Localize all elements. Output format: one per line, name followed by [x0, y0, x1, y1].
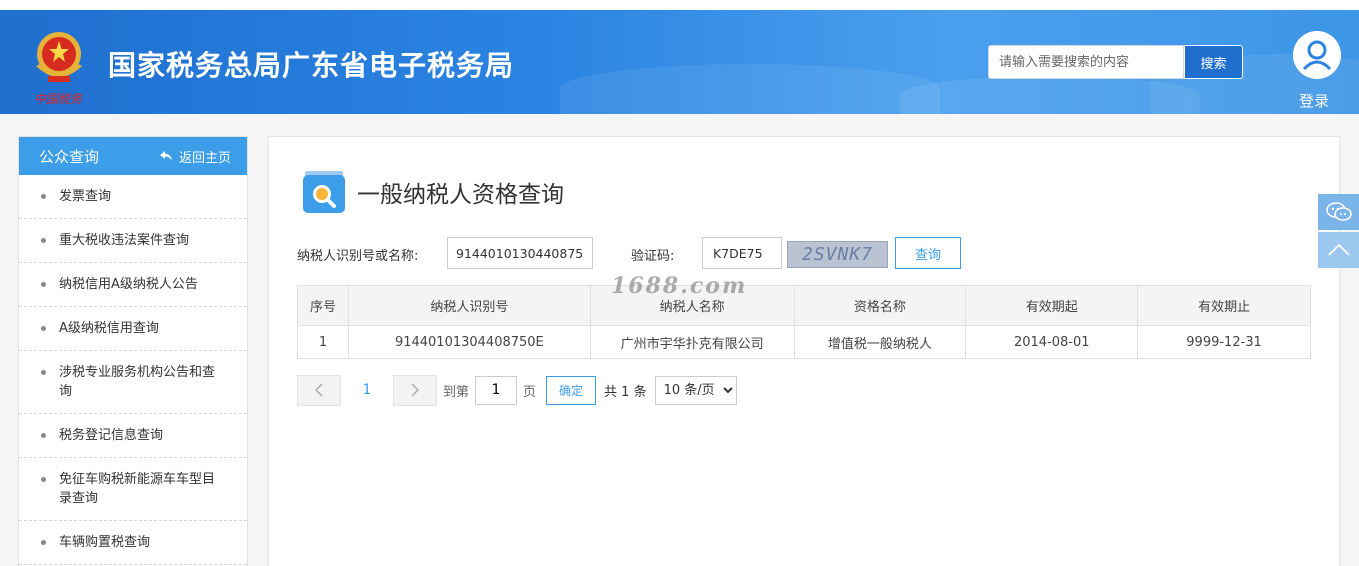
sidebar-item-ev-catalog[interactable]: 免征车购税新能源车车型目录查询: [19, 458, 247, 521]
chevron-up-icon: [1327, 243, 1350, 256]
table-cell: 91440101304408750E: [347, 325, 591, 359]
column-header: 有效期止: [1137, 285, 1311, 326]
sidebar-item-label: A级纳税信用查询: [59, 321, 159, 336]
chevron-right-icon: [411, 383, 420, 397]
watermark: 1688.com: [611, 273, 748, 299]
page-title: 一般纳税人资格查询: [357, 182, 564, 208]
back-to-top-button[interactable]: [1318, 232, 1359, 268]
decor-hill: [560, 64, 940, 114]
goto-label: 到第: [443, 384, 470, 400]
sidebar-item-registration-query[interactable]: 税务登记信息查询: [19, 414, 247, 458]
tax-emblem-icon: [36, 32, 82, 82]
prev-page-button[interactable]: [297, 374, 341, 406]
taxpayer-id-input[interactable]: [447, 237, 593, 269]
sidebar: 公众查询 返回主页 发票查询 重大税收违法案件查询 纳税信用A级纳税人公告 A级…: [18, 136, 248, 566]
login-link[interactable]: 登录: [1299, 90, 1329, 111]
taxpayer-id-label: 纳税人识别号或名称:: [297, 249, 419, 264]
goto-confirm-button[interactable]: 确定: [546, 375, 597, 405]
goto-page-input[interactable]: [475, 375, 518, 405]
back-home-label: 返回主页: [178, 150, 231, 166]
bullet-icon: [41, 540, 46, 545]
sidebar-item-label: 重大税收违法案件查询: [59, 233, 190, 248]
column-header: 序号: [297, 285, 349, 326]
table-cell: 1: [297, 325, 349, 359]
captcha-input[interactable]: [702, 237, 782, 269]
table-cell: 2014-08-01: [965, 325, 1139, 359]
sidebar-header: 公众查询 返回主页: [19, 137, 247, 175]
captcha-image[interactable]: 2SVNK7: [787, 241, 888, 268]
site-title: 国家税务总局广东省电子税务局: [108, 49, 515, 82]
bullet-icon: [41, 433, 46, 438]
emblem-text: 中国税务: [34, 92, 83, 106]
table-cell: 广州市宇华扑克有限公司: [589, 325, 795, 359]
sidebar-item-label: 税务登记信息查询: [59, 428, 164, 443]
table-header-row: 序号 纳税人识别号 纳税人名称 资格名称 有效期起 有效期止: [297, 285, 1311, 326]
total-count: 共 1 条: [604, 384, 647, 400]
bullet-icon: [41, 282, 46, 287]
bullet-icon: [41, 238, 46, 243]
sidebar-item-label: 发票查询: [59, 189, 112, 204]
wechat-float-button[interactable]: [1318, 194, 1359, 230]
page-size-select[interactable]: 10 条/页: [654, 375, 737, 405]
captcha-label: 验证码:: [631, 249, 675, 264]
search-button[interactable]: 搜索: [1184, 45, 1243, 79]
chevron-left-icon: [314, 383, 323, 397]
column-header: 有效期起: [965, 285, 1139, 326]
sidebar-item-a-credit-announcement[interactable]: 纳税信用A级纳税人公告: [19, 263, 247, 307]
page-unit-label: 页: [523, 384, 537, 400]
main-panel: 一般纳税人资格查询 纳税人识别号或名称: 验证码: 2SVNK7 查询 序号 纳…: [268, 136, 1340, 566]
sidebar-title: 公众查询: [39, 147, 100, 166]
page-number[interactable]: 1: [341, 382, 393, 398]
search-doc-icon: [303, 171, 345, 213]
site-header: 中国税务 国家税务总局广东省电子税务局 搜索 登录: [0, 10, 1359, 114]
user-avatar-icon[interactable]: [1293, 31, 1341, 79]
next-page-button[interactable]: [393, 374, 437, 406]
sidebar-item-service-agency[interactable]: 涉税专业服务机构公告和查询: [19, 351, 247, 414]
sidebar-item-label: 免征车购税新能源车车型目录查询: [59, 472, 216, 506]
bullet-icon: [41, 370, 46, 375]
results-table: 序号 纳税人识别号 纳税人名称 资格名称 有效期起 有效期止 1 9144010…: [297, 285, 1311, 359]
bullet-icon: [41, 477, 46, 482]
back-arrow-icon: [159, 151, 172, 161]
sidebar-item-label: 纳税信用A级纳税人公告: [59, 277, 198, 292]
top-strip: [0, 0, 1359, 10]
sidebar-item-invoice-query[interactable]: 发票查询: [19, 175, 247, 219]
bullet-icon: [41, 194, 46, 199]
pagination: 1 到第 页 确定 共 1 条 10 条/页: [297, 374, 737, 406]
search-input[interactable]: [988, 45, 1184, 79]
column-header: 资格名称: [793, 285, 967, 326]
wechat-icon: [1325, 202, 1352, 221]
back-home-link[interactable]: 返回主页: [159, 147, 231, 166]
sidebar-item-tax-violation-query[interactable]: 重大税收违法案件查询: [19, 219, 247, 263]
sidebar-item-a-credit-query[interactable]: A级纳税信用查询: [19, 307, 247, 351]
column-header: 纳税人识别号: [347, 285, 591, 326]
sidebar-item-label: 涉税专业服务机构公告和查询: [59, 365, 216, 399]
sidebar-item-label: 车辆购置税查询: [59, 535, 151, 550]
bullet-icon: [41, 326, 46, 331]
table-cell: 增值税一般纳税人: [793, 325, 967, 359]
sidebar-item-vehicle-tax[interactable]: 车辆购置税查询: [19, 521, 247, 565]
query-button[interactable]: 查询: [895, 237, 961, 269]
table-row: 1 91440101304408750E 广州市宇华扑克有限公司 增值税一般纳税…: [297, 325, 1311, 359]
table-cell: 9999-12-31: [1137, 325, 1311, 359]
